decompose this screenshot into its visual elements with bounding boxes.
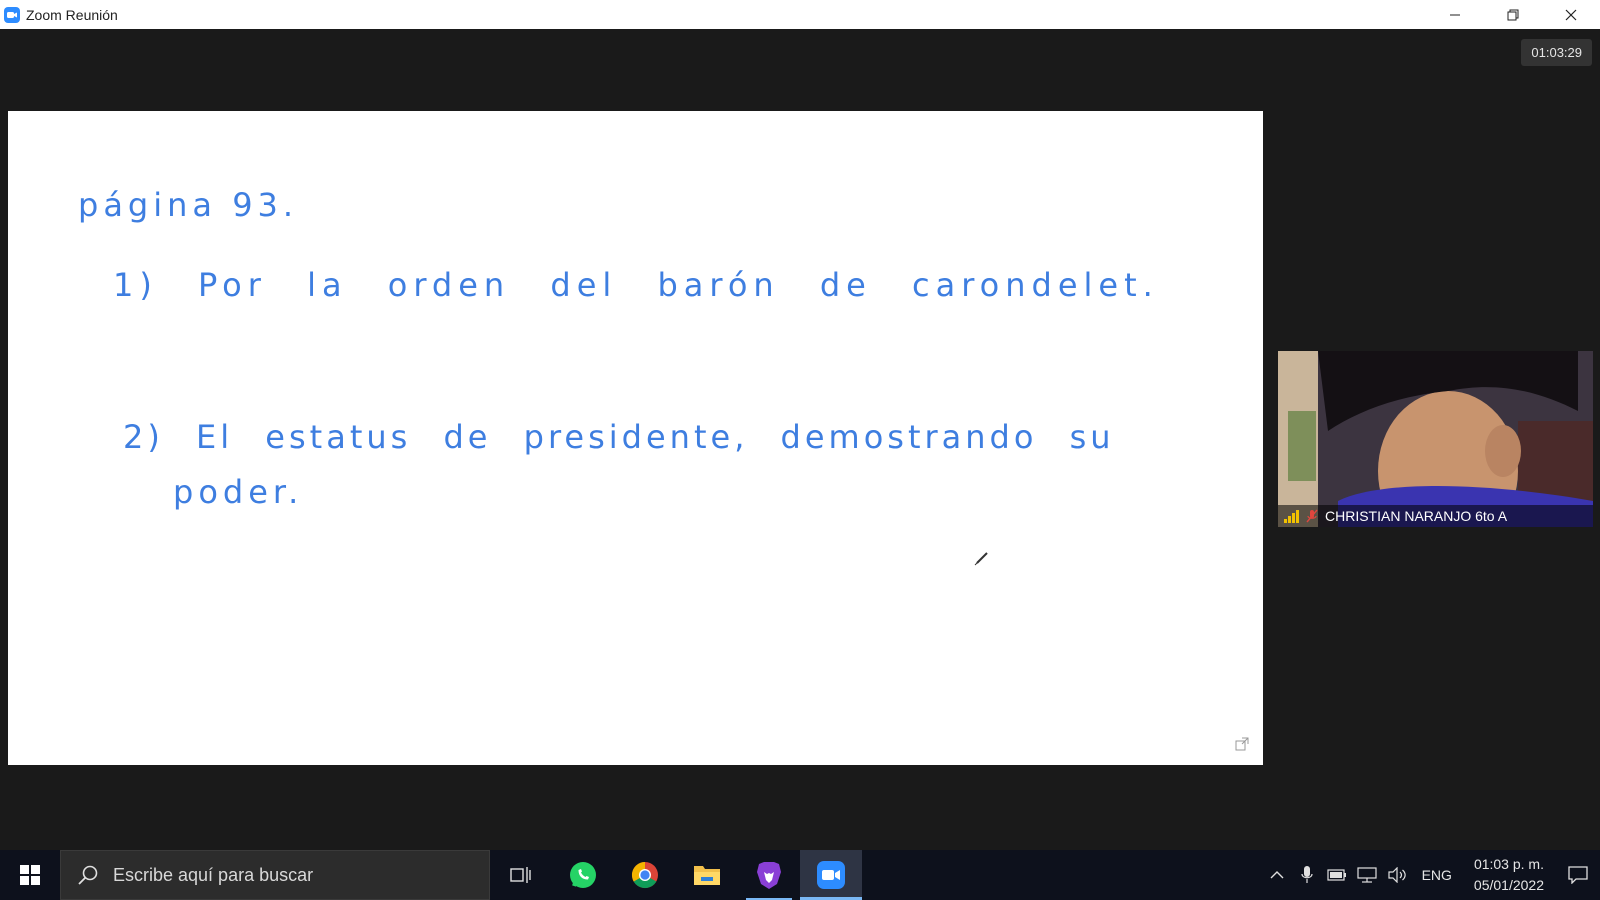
folder-icon <box>694 866 720 885</box>
chrome-icon <box>631 861 658 889</box>
meeting-area: 01:03:29 página 93. 1) Por la orden del … <box>0 29 1600 850</box>
whiteboard-ink: página 93. 1) Por la orden del barón de … <box>78 186 1159 566</box>
battery-icon <box>1326 869 1346 881</box>
search-icon <box>78 865 98 885</box>
whiteboard-line-3: 2) El estatus de presidente, demostrando… <box>123 418 1115 456</box>
tray-microphone[interactable] <box>1292 850 1322 900</box>
tray-battery[interactable] <box>1322 850 1352 900</box>
tray-network[interactable] <box>1352 850 1382 900</box>
taskbar-search-box[interactable]: Escribe aquí para buscar <box>60 850 490 900</box>
windows-logo-icon <box>20 865 40 885</box>
taskbar-file-explorer[interactable] <box>676 850 738 900</box>
window-title-bar: Zoom Reunión <box>0 0 1600 29</box>
whiteboard-line-4: poder. <box>173 473 303 511</box>
restore-icon <box>1507 9 1519 20</box>
microphone-icon <box>1300 866 1313 883</box>
show-hidden-icons-button[interactable] <box>1262 850 1292 900</box>
minimize-icon <box>1450 14 1460 15</box>
close-button[interactable] <box>1542 0 1600 29</box>
task-view-button[interactable] <box>490 850 552 900</box>
zoom-icon <box>817 861 845 889</box>
minimize-button[interactable] <box>1426 0 1484 29</box>
shared-whiteboard[interactable]: página 93. 1) Por la orden del barón de … <box>8 111 1263 765</box>
tray-volume[interactable] <box>1382 850 1412 900</box>
search-placeholder: Escribe aquí para buscar <box>113 864 314 885</box>
close-icon <box>1565 9 1577 20</box>
taskbar-zoom[interactable] <box>800 850 862 900</box>
taskbar-chrome[interactable] <box>614 850 676 900</box>
participant-name-bar: CHRISTIAN NARANJO 6to A <box>1278 505 1593 527</box>
chevron-up-icon <box>1270 871 1284 879</box>
whatsapp-icon <box>570 862 596 888</box>
participant-video <box>1278 351 1593 527</box>
connection-signal-icon <box>1284 509 1299 523</box>
muted-microphone-icon <box>1306 509 1318 523</box>
taskbar-clock[interactable]: 01:03 p. m. 05/01/2022 <box>1474 854 1544 896</box>
clock-time: 01:03 p. m. <box>1473 856 1544 872</box>
popout-icon[interactable] <box>1235 737 1249 751</box>
meeting-timer: 01:03:29 <box>1521 39 1592 66</box>
participant-video-tile[interactable]: CHRISTIAN NARANJO 6to A <box>1278 351 1593 527</box>
speaker-icon <box>1387 867 1406 883</box>
taskbar-brave[interactable] <box>738 850 800 900</box>
zoom-app-icon <box>4 6 20 23</box>
brave-lion-icon <box>757 862 781 889</box>
clock-date: 05/01/2022 <box>1473 877 1544 893</box>
task-view-icon <box>510 867 531 883</box>
network-icon <box>1356 867 1377 883</box>
action-center-button[interactable] <box>1556 850 1600 900</box>
restore-button[interactable] <box>1484 0 1542 29</box>
windows-taskbar: Escribe aquí para buscar ENG 01:03 p. m.… <box>0 850 1600 900</box>
participant-name: CHRISTIAN NARANJO 6to A <box>1325 508 1508 524</box>
pen-cursor-icon <box>974 552 988 566</box>
system-tray: ENG 01:03 p. m. 05/01/2022 <box>1262 850 1600 900</box>
whiteboard-line-2: 1) Por la orden del barón de carondelet. <box>113 266 1159 304</box>
whiteboard-line-1: página 93. <box>78 186 298 224</box>
window-title: Zoom Reunión <box>26 6 118 23</box>
notification-icon <box>1568 866 1588 884</box>
taskbar-whatsapp[interactable] <box>552 850 614 900</box>
start-button[interactable] <box>0 850 60 900</box>
input-language[interactable]: ENG <box>1422 867 1452 883</box>
